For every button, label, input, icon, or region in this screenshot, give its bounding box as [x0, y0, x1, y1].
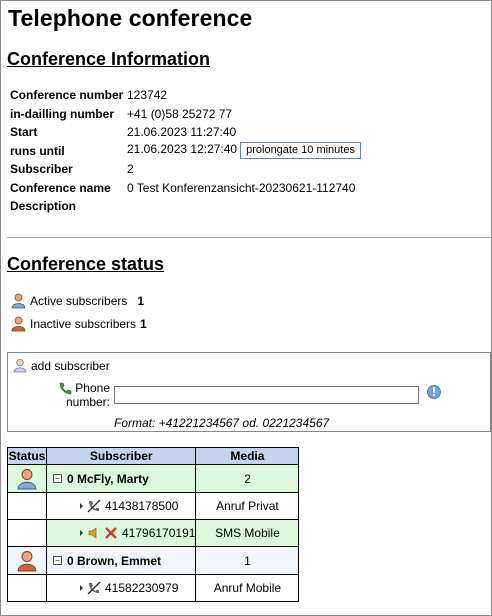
active-count: 1: [137, 294, 145, 308]
phone-off-icon[interactable]: [87, 581, 101, 595]
media-count: 1: [195, 546, 300, 575]
phone-number-input[interactable]: [114, 386, 419, 404]
expand-arrow-icon: [80, 585, 83, 591]
collapse-toggle[interactable]: −: [53, 556, 62, 565]
audio-icon[interactable]: [87, 526, 101, 540]
info-row-name: Conference name 0 Test Konferenzansicht-2…: [10, 180, 356, 195]
section-divider: [7, 237, 491, 238]
info-row-dialin: in-dailling number +41 (0)58 25272 77: [10, 106, 233, 121]
subscriber-line-row: 41582230979 Anruf Mobile: [7, 574, 300, 602]
line-media: Anruf Mobile: [195, 574, 300, 602]
inactive-subscriber-avatar-icon: [17, 550, 37, 571]
line-media: SMS Mobile: [195, 519, 300, 547]
user-inactive-icon: [11, 316, 26, 332]
col-media: Media: [195, 447, 300, 465]
col-status: Status: [7, 447, 47, 465]
line-number: 41796170191: [122, 526, 196, 540]
conference-status-heading: Conference status: [7, 254, 165, 274]
inactive-count: 1: [140, 317, 147, 331]
add-subscriber-panel: add subscriber Phone number: Format: +41…: [7, 352, 491, 432]
subscriber-name[interactable]: 0 McFly, Marty: [67, 472, 149, 486]
remove-icon[interactable]: [104, 526, 118, 540]
info-row-start: Start 21.06.2023 11:27:40: [10, 125, 237, 140]
subscriber-group-row: −0 Brown, Emmet 1: [7, 546, 300, 575]
collapse-toggle[interactable]: −: [53, 474, 62, 483]
active-subscriber-avatar-icon: [17, 468, 37, 489]
help-icon[interactable]: [426, 384, 442, 400]
phone-format-hint: Format: +41221234567 od. 0221234567: [114, 416, 330, 430]
expand-arrow-icon: [80, 503, 83, 509]
page-title: Telephone conference: [8, 5, 253, 31]
info-row-number: Conference number 123742: [10, 88, 168, 103]
info-row-runs-until: runs until 21.06.2023 12:27:40 prolongate …: [10, 142, 361, 161]
phone-number-label: Phone number:: [65, 381, 110, 409]
user-icon: [11, 293, 26, 309]
inactive-subscribers-row: Inactive subscribers 1: [11, 316, 147, 332]
runs-until-value: 21.06.2023 12:27:40: [127, 142, 238, 157]
add-subscriber-title: add subscriber: [13, 358, 110, 373]
info-row-description: Description: [10, 199, 77, 214]
phone-off-icon[interactable]: [87, 499, 101, 513]
col-subscriber: Subscriber: [45, 447, 197, 465]
subscriber-line-row: 41438178500 Anruf Privat: [7, 492, 300, 520]
subscriber-table: Status Subscriber Media −0 McFly, Marty …: [7, 447, 300, 602]
conference-info-heading: Conference Information: [7, 49, 211, 69]
subscriber-name[interactable]: 0 Brown, Emmet: [67, 554, 161, 568]
line-number: 41438178500: [105, 499, 179, 513]
media-count: 2: [195, 464, 300, 493]
info-row-subscriber: Subscriber 2: [10, 162, 134, 177]
prolongate-button[interactable]: prolongate 10 minutes: [240, 142, 361, 160]
add-user-icon: [13, 358, 27, 373]
subscriber-line-row: 41796170191 SMS Mobile: [7, 519, 300, 547]
conference-info-table: Conference number 123742 in-dailling numb…: [10, 86, 361, 216]
subscriber-group-row: −0 McFly, Marty 2: [7, 464, 300, 493]
active-subscribers-row: Active subscribers 1: [11, 293, 144, 309]
expand-arrow-icon: [80, 530, 83, 536]
line-number: 41582230979: [105, 581, 179, 595]
line-media: Anruf Privat: [195, 492, 300, 520]
